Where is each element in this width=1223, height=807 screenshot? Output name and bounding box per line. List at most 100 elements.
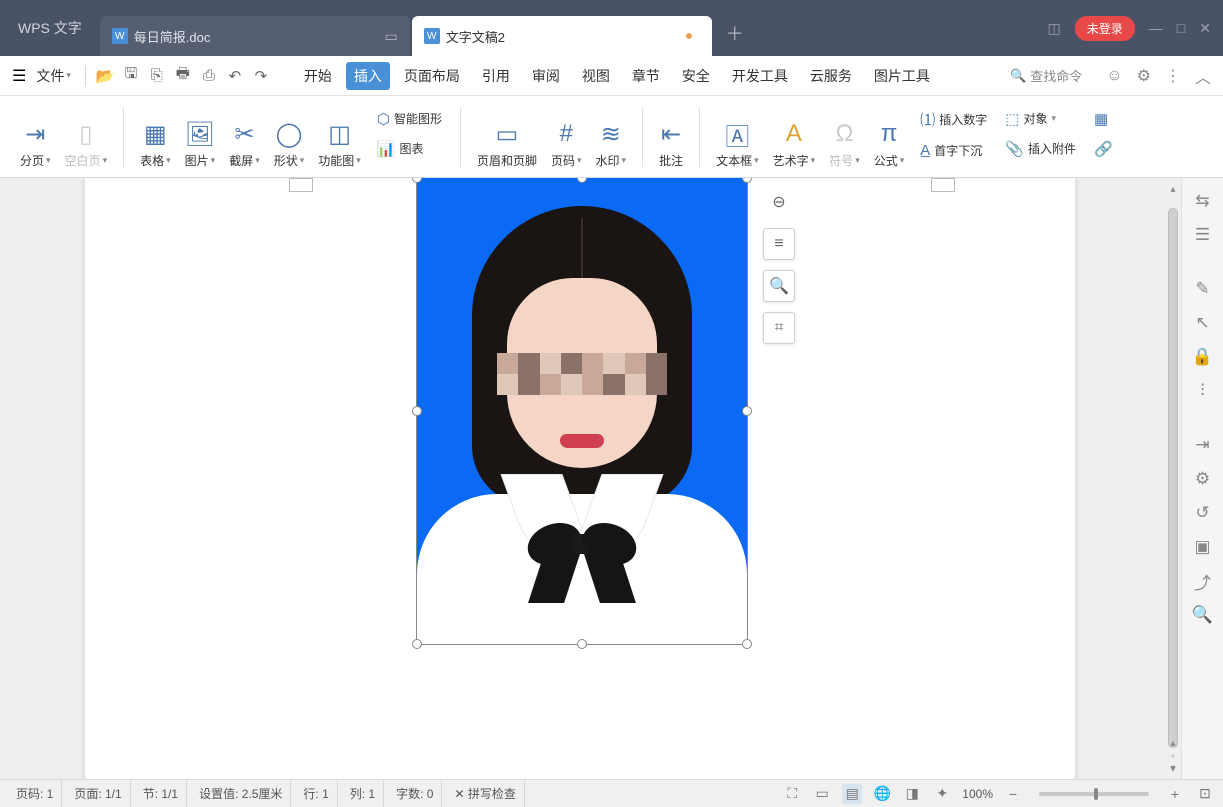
insert-number-button[interactable]: ⑴插入数字 [916,107,991,132]
tab-page-layout[interactable]: 页面布局 [396,62,468,90]
tab-cloud[interactable]: 云服务 [802,62,860,90]
smiley-icon[interactable]: ☺ [1106,67,1122,85]
resize-handle-bm[interactable] [577,639,587,649]
status-line[interactable]: 行: 1 [295,780,337,807]
save-icon[interactable]: 🖫 [120,65,142,87]
zoom-in-button[interactable]: + [1165,784,1185,804]
screenshot-button[interactable]: ✂截屏▾ [227,114,262,177]
clipboard-icon[interactable]: ▣ [1188,532,1218,562]
print-direct-icon[interactable]: ⎙ [198,65,220,87]
resize-handle-br[interactable] [742,639,752,649]
resize-handle-tl[interactable] [412,178,422,183]
status-wordcount[interactable]: 字数: 0 [388,780,442,807]
edit-icon[interactable]: ✎ [1188,274,1218,304]
zoom-slider[interactable] [1039,792,1149,796]
crop-image-button[interactable]: ⌗ [763,312,795,344]
more-icon[interactable]: ⋮ [1165,66,1181,86]
watermark-button[interactable]: ≋水印▾ [594,114,629,177]
outline-view-icon[interactable]: ◨ [902,784,922,804]
new-tab-button[interactable]: ＋ [720,18,750,48]
web-view-icon[interactable]: 🌐 [872,784,892,804]
undo-icon[interactable]: ↶ [224,65,246,87]
focus-view-icon[interactable]: ✦ [932,784,952,804]
scroll-up-icon[interactable]: ▴ [1167,184,1179,194]
zoom-out-button[interactable]: − [1003,784,1023,804]
tab-overflow-icon[interactable]: ▭ [385,28,398,45]
shape-button[interactable]: ◯形状▾ [272,114,307,177]
search-icon[interactable]: 🔍 [1188,600,1218,630]
tab-references[interactable]: 引用 [474,62,518,90]
status-section[interactable]: 节: 1/1 [135,780,187,807]
document-tab-2[interactable]: W 文字文稿2 [412,16,712,56]
share-icon[interactable]: ⤴ [1188,566,1218,596]
resize-handle-ml[interactable] [412,406,422,416]
open-icon[interactable]: 📂 [94,65,116,87]
resize-handle-mr[interactable] [742,406,752,416]
more-link-button[interactable]: 🔗 [1090,138,1117,160]
tab-security[interactable]: 安全 [674,62,718,90]
wordart-button[interactable]: A艺术字▾ [771,114,818,177]
collapse-ribbon-icon[interactable]: ︿ [1195,64,1211,88]
next-page-icon[interactable]: ▾ [1170,764,1175,775]
page-break-button[interactable]: ⇥分页▾ [18,114,53,177]
prev-page-icon[interactable]: ▴ [1170,738,1175,749]
attachment-button[interactable]: 📎插入附件 [1001,138,1080,160]
outline-icon[interactable]: ⇥ [1188,430,1218,460]
tab-section[interactable]: 章节 [624,62,668,90]
status-page[interactable]: 页面: 1/1 [66,780,130,807]
canvas[interactable]: ⊖ ≡ 🔍 ⌗ ▴ ▾ ▴ ◦ ▾ [0,178,1181,779]
chart-button[interactable]: 📊图表 [373,138,446,160]
tab-review[interactable]: 审阅 [524,62,568,90]
sidebar-menu-icon[interactable]: ☰ [1188,220,1218,250]
drop-cap-button[interactable]: A̲首字下沉 [916,140,991,161]
close-button[interactable]: ✕ [1199,20,1211,37]
smartart-button[interactable]: ◫功能图▾ [316,114,363,177]
vertical-scrollbar[interactable]: ▴ ▾ [1165,198,1181,759]
history-icon[interactable]: ↺ [1188,498,1218,528]
status-spellcheck[interactable]: ✕ 拼写检查 [446,780,524,807]
cursor-icon[interactable]: ↖ [1188,308,1218,338]
fullscreen-view-icon[interactable]: ⛶ [782,784,802,804]
nav-target-icon[interactable]: ◦ [1171,751,1175,762]
command-search[interactable]: 🔍 查找命令 [1010,66,1082,85]
zoom-image-button[interactable]: 🔍 [763,270,795,302]
table-button[interactable]: ▦表格▾ [138,114,173,177]
object-button[interactable]: ⬚对象▾ [1001,108,1080,130]
status-pagecode[interactable]: 页码: 1 [8,780,62,807]
minimize-button[interactable]: — [1149,20,1163,36]
hamburger-icon[interactable]: ☰ [12,66,26,86]
print-icon[interactable]: 🖶 [172,65,194,87]
tab-insert[interactable]: 插入 [346,62,390,90]
lock-icon[interactable]: 🔒 [1188,342,1218,372]
redo-icon[interactable]: ↷ [250,65,272,87]
status-column[interactable]: 列: 1 [342,780,384,807]
file-menu[interactable]: 文件▾ [30,62,77,90]
read-view-icon[interactable]: ▭ [812,784,832,804]
text-box-button[interactable]: 🄰文本框▾ [714,114,761,177]
zoom-level[interactable]: 100% [962,787,993,801]
smart-graphic-button[interactable]: ⬡智能图形 [373,108,446,130]
layout-icon[interactable]: ◫ [1048,20,1061,37]
layout-options-button[interactable]: ≡ [763,228,795,260]
tab-picture-tools[interactable]: 图片工具 [866,62,938,90]
blank-page-button[interactable]: ▯空白页▾ [63,114,110,177]
fit-page-button[interactable]: ⊡ [1195,784,1215,804]
print-view-icon[interactable]: ▤ [842,784,862,804]
sidebar-toggle-icon[interactable]: ⇆ [1188,186,1218,216]
tab-view[interactable]: 视图 [574,62,618,90]
maximize-button[interactable]: □ [1177,20,1185,36]
page-number-button[interactable]: #页码▾ [549,114,584,177]
symbol-button[interactable]: Ω符号▾ [827,114,862,177]
picture-button[interactable]: 🖼图片▾ [183,114,218,177]
selected-image[interactable] [417,178,747,644]
equation-button[interactable]: π公式▾ [872,114,907,177]
header-footer-button[interactable]: ▭页眉和页脚 [475,114,539,177]
login-button[interactable]: 未登录 [1075,16,1135,41]
resize-handle-bl[interactable] [412,639,422,649]
document-tab-1[interactable]: W 每日简报.doc ▭ [100,16,410,56]
tab-developer[interactable]: 开发工具 [724,62,796,90]
spacing-icon[interactable]: ⫶ [1188,376,1218,406]
resize-handle-tm[interactable] [577,178,587,183]
gear-icon[interactable]: ⚙ [1137,66,1151,86]
more-object-button[interactable]: ▦ [1090,108,1117,130]
